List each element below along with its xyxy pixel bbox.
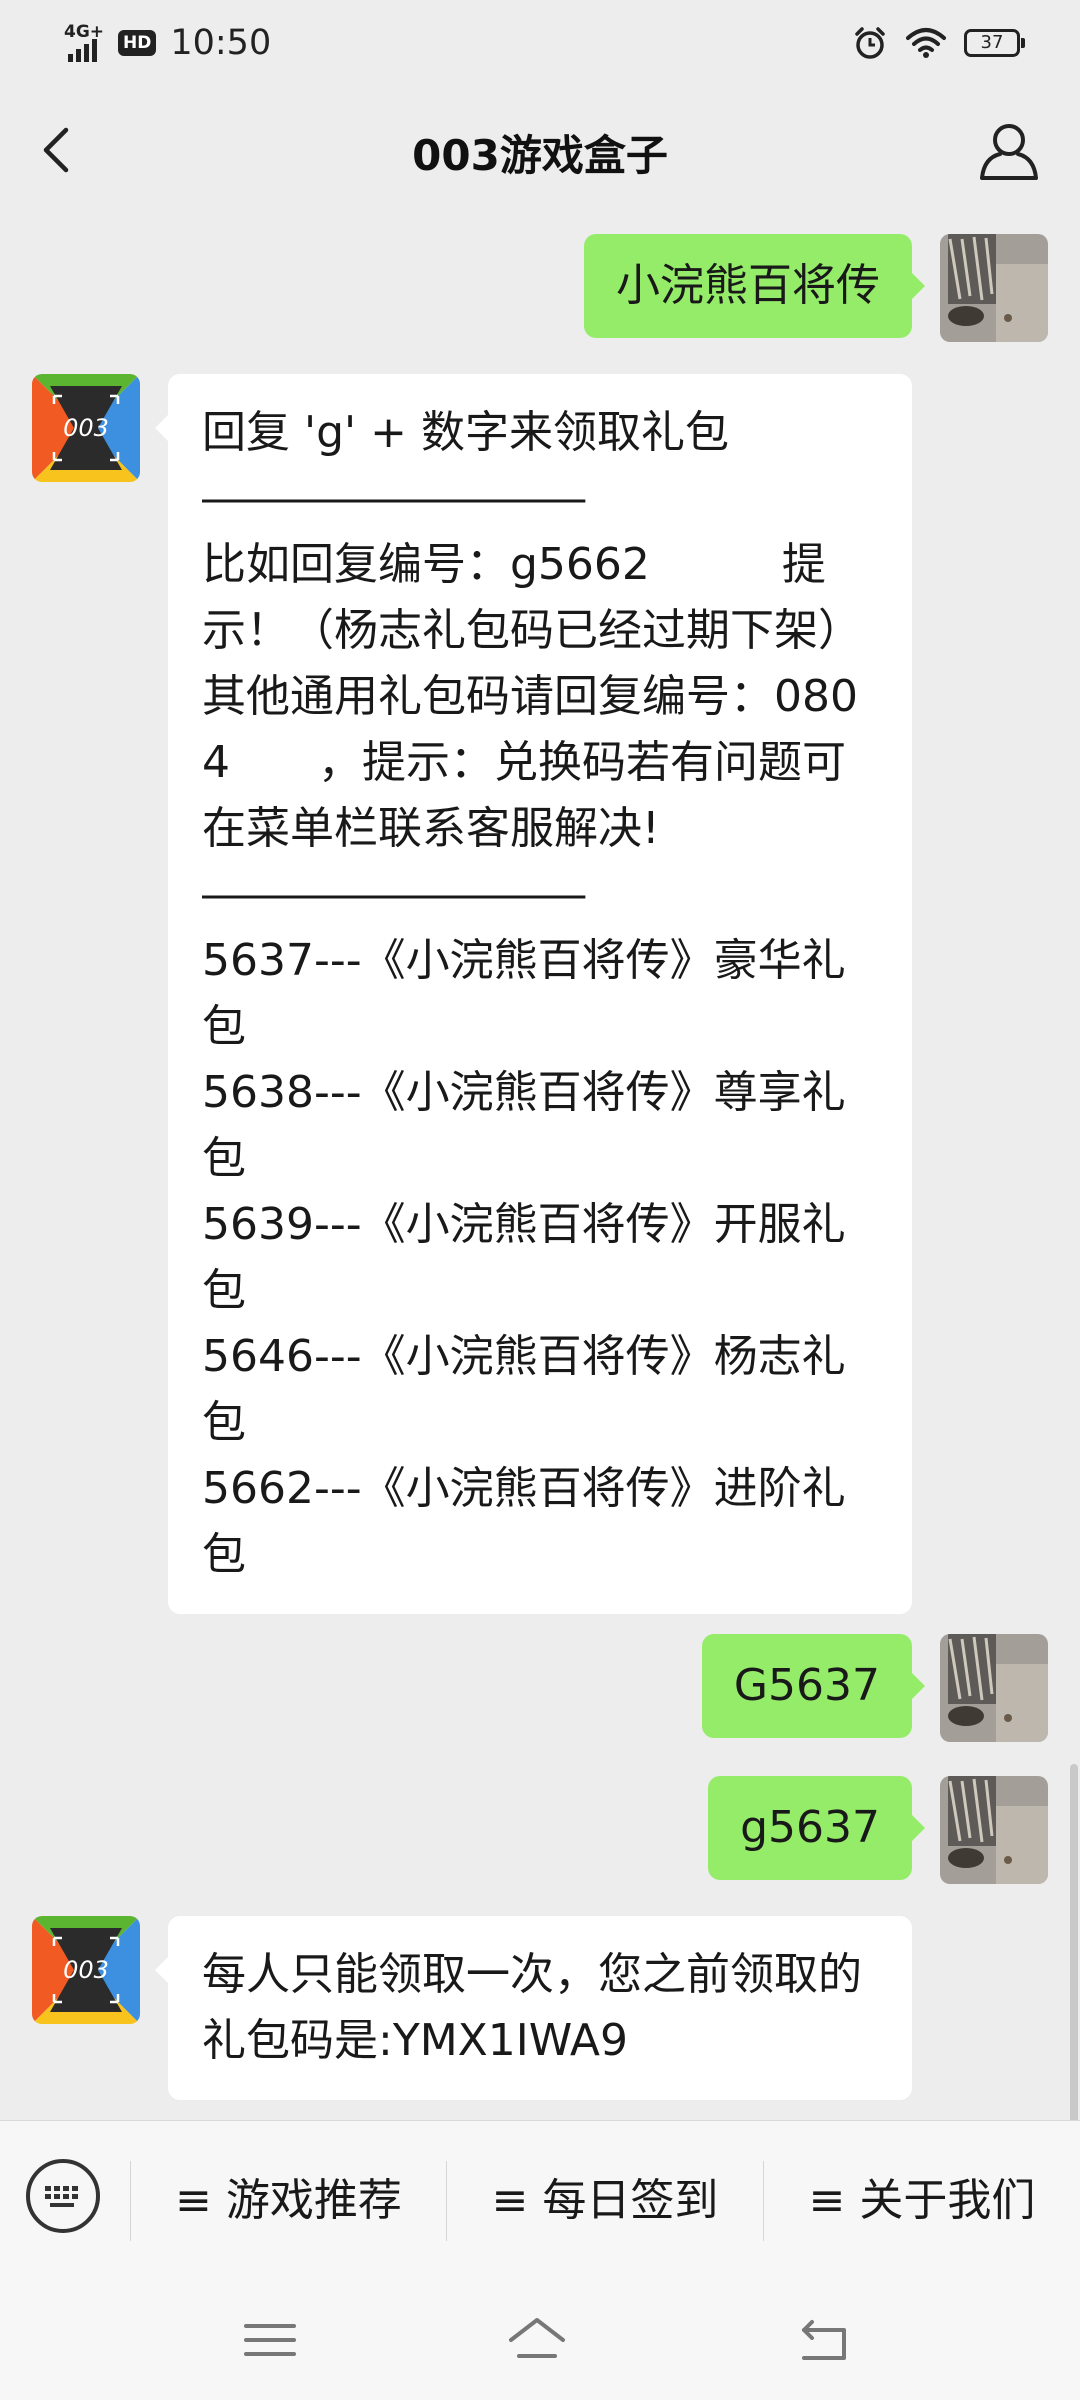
profile-icon[interactable] (974, 116, 1044, 186)
chat-area[interactable]: 小浣熊百将传 003 回复 'g' + 数字来领取礼包 ————————————… (0, 214, 1080, 2334)
gift-item: 5639---《小浣熊百将传》开服礼包 (202, 1199, 846, 1316)
keyboard-glyph (45, 2186, 78, 2207)
gift-item: 5638---《小浣熊百将传》尊享礼包 (202, 1067, 846, 1184)
user-avatar[interactable] (940, 1776, 1048, 1884)
bot-avatar[interactable]: 003 (32, 374, 140, 482)
gift-item: 5646---《小浣熊百将传》杨志礼包 (202, 1331, 846, 1448)
battery-icon: 37 (964, 29, 1025, 57)
bot-avatar[interactable]: 003 (32, 1916, 140, 2024)
user-avatar[interactable] (940, 234, 1048, 342)
menu-game-recommend[interactable]: ≡ 游戏推荐 (131, 2121, 446, 2281)
message-line: 回复 'g' + 数字来领取礼包 (202, 407, 729, 458)
back-icon[interactable] (792, 2308, 856, 2372)
outgoing-bubble[interactable]: g5637 (708, 1776, 925, 1880)
menu-daily-checkin[interactable]: ≡ 每日签到 (447, 2121, 763, 2281)
status-bar: 4G+ HD 10:50 37 (0, 0, 1080, 86)
user-avatar[interactable] (940, 1634, 1048, 1742)
system-nav-bar (0, 2280, 1080, 2400)
incoming-bubble[interactable]: 回复 'g' + 数字来领取礼包 ——————————————— 比如回复编号：… (155, 374, 912, 1614)
menu-icon[interactable] (238, 2308, 302, 2372)
page-title: 003游戏盒子 (412, 131, 668, 180)
user-avatar-image (940, 234, 1048, 342)
hd-badge: HD (118, 30, 157, 56)
status-time: 10:50 (170, 23, 272, 63)
bot-logo-003: 003 (32, 374, 140, 482)
outgoing-bubble[interactable]: 小浣熊百将传 (584, 234, 925, 338)
incoming-bubble[interactable]: 每人只能领取一次，您之前领取的礼包码是:YMX1IWA9 (155, 1916, 912, 2100)
alarm-icon (855, 27, 885, 59)
message-text: 小浣熊百将传 (616, 260, 880, 311)
message-paragraph: 比如回复编号：g5662 提示！（杨志礼包码已经过期下架）其他通用礼包码请回复编… (202, 539, 862, 854)
signal-icon: 4G+ (62, 22, 104, 64)
menu-about-us[interactable]: ≡ 关于我们 (764, 2121, 1080, 2281)
outgoing-bubble[interactable]: G5637 (701, 1634, 926, 1738)
message-text: g5637 (740, 1802, 880, 1853)
wifi-icon (906, 28, 946, 58)
user-avatar-image (940, 1634, 1048, 1742)
divider-line: ——————————————— (202, 869, 585, 920)
gift-item: 5662---《小浣熊百将传》进阶礼包 (202, 1463, 846, 1580)
message-text: 每人只能领取一次，您之前领取的礼包码是:YMX1IWA9 (202, 1949, 862, 2066)
battery-level: 37 (980, 32, 1004, 53)
message-text: G5637 (733, 1660, 880, 1711)
logo-text: 003 (63, 1956, 109, 1984)
menu-bar: ≡ 游戏推荐 ≡ 每日签到 ≡ 关于我们 (0, 2120, 1080, 2281)
logo-text: 003 (63, 414, 109, 442)
divider-line: ——————————————— (202, 473, 585, 524)
keyboard-icon[interactable] (26, 2159, 100, 2233)
gift-item: 5637---《小浣熊百将传》豪华礼包 (202, 935, 846, 1052)
home-icon[interactable] (505, 2308, 569, 2372)
bot-logo-003: 003 (32, 1916, 140, 2024)
user-avatar-image (940, 1776, 1048, 1884)
title-bar: 003游戏盒子 (0, 86, 1080, 214)
